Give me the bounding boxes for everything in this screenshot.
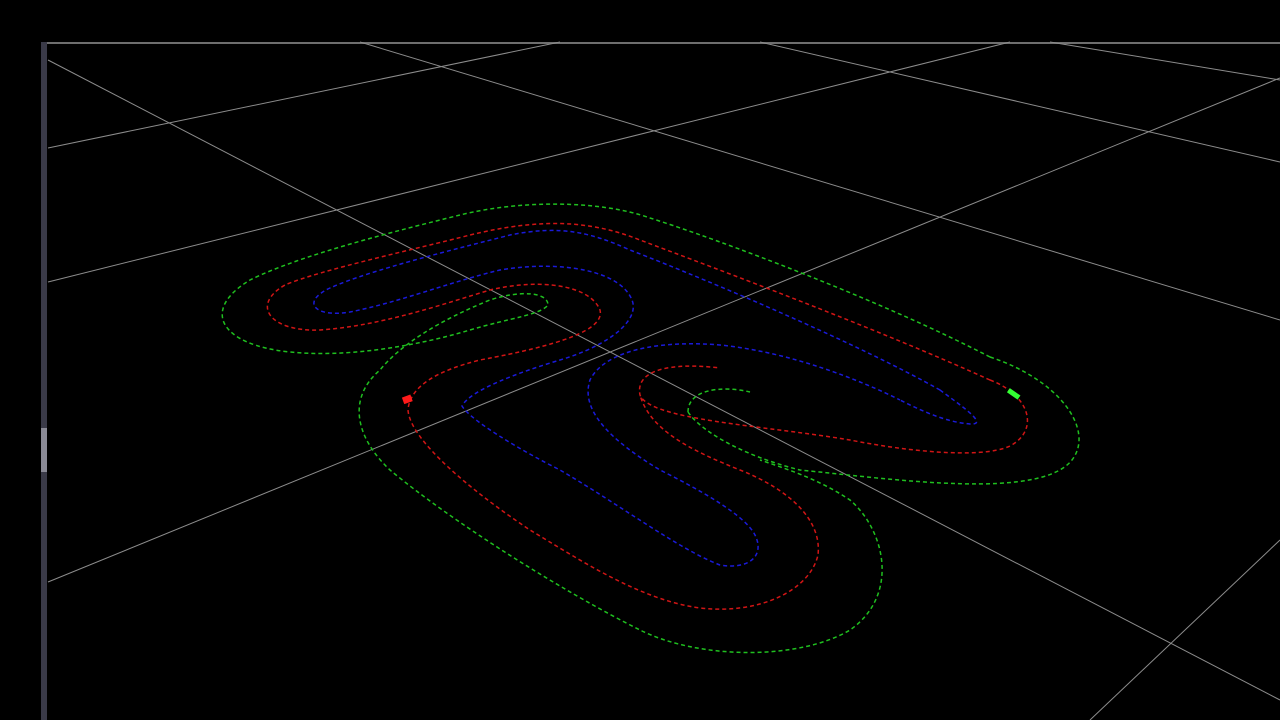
grid-line <box>47 77 1280 583</box>
outer-boundary-line <box>221 203 1080 654</box>
grid-line <box>47 41 1011 283</box>
grid-line <box>1089 539 1280 720</box>
grid-line <box>359 41 1280 321</box>
inner-boundary-line <box>313 229 978 567</box>
grid-line <box>47 41 561 149</box>
ground-grid <box>47 41 1280 720</box>
grid-line <box>47 59 1280 701</box>
grid-line <box>759 41 1280 163</box>
center-line <box>266 222 1029 610</box>
track-scene <box>47 41 1280 720</box>
grid-line <box>1049 41 1280 81</box>
start-marker <box>401 394 413 405</box>
3d-viewport[interactable] <box>0 0 1280 720</box>
vehicle-marker <box>1006 388 1021 400</box>
